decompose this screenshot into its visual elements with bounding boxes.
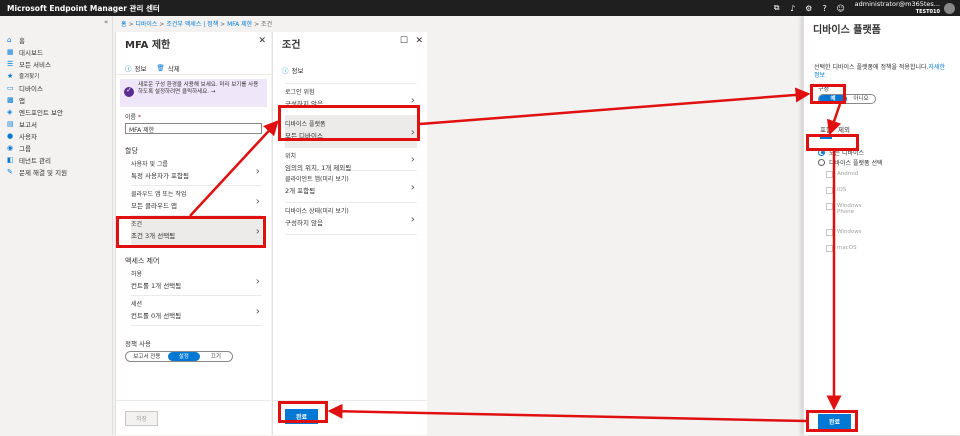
annotation-arrows [189, 87, 842, 423]
